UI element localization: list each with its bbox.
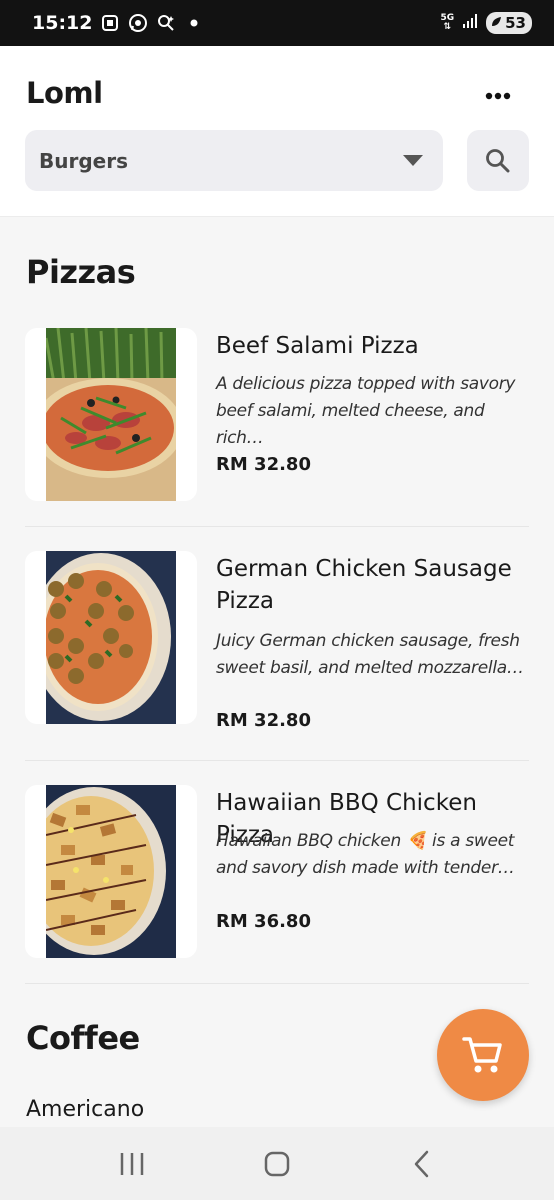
item-name[interactable]: Americano bbox=[26, 1097, 144, 1122]
category-select[interactable]: Burgers bbox=[25, 130, 443, 191]
search-icon bbox=[486, 148, 510, 172]
status-bar: 15:12 5G ⇅ 53 bbox=[0, 0, 554, 46]
home-button[interactable] bbox=[247, 1139, 307, 1189]
whatsapp-icon bbox=[128, 13, 148, 33]
battery-level: 53 bbox=[505, 14, 526, 32]
beef-salami-pizza-photo bbox=[46, 328, 176, 501]
menu-item[interactable]: Hawaiian BBQ Chicken Pizza Hawaiian BBQ … bbox=[25, 785, 529, 975]
divider bbox=[25, 983, 529, 984]
german-chicken-sausage-pizza-photo bbox=[46, 551, 176, 724]
battery-leaf-icon bbox=[490, 14, 502, 32]
status-left: 15:12 bbox=[32, 12, 204, 34]
shopping-cart-icon bbox=[462, 1037, 502, 1073]
app-header: Loml Burgers bbox=[0, 46, 554, 217]
menu-item[interactable]: Beef Salami Pizza A delicious pizza topp… bbox=[25, 328, 529, 518]
item-image bbox=[25, 551, 197, 724]
more-options-button[interactable] bbox=[480, 84, 516, 108]
search-button[interactable] bbox=[467, 130, 529, 191]
status-time: 15:12 bbox=[32, 12, 93, 34]
menu-content[interactable]: Pizzas Beef Salami Pizza A delicious piz… bbox=[0, 217, 554, 1127]
item-name: Beef Salami Pizza bbox=[216, 333, 419, 359]
dot-icon bbox=[184, 13, 204, 33]
recent-apps-button[interactable] bbox=[102, 1139, 162, 1189]
divider bbox=[25, 526, 529, 527]
category-select-value: Burgers bbox=[39, 148, 128, 173]
brand-name: Loml bbox=[26, 76, 103, 110]
section-title-pizzas: Pizzas bbox=[26, 253, 136, 291]
item-price: RM 32.80 bbox=[216, 710, 311, 731]
more-dots-icon bbox=[485, 92, 511, 100]
system-nav-bar bbox=[0, 1127, 554, 1200]
status-right: 5G ⇅ 53 bbox=[440, 12, 532, 34]
item-description: A delicious pizza topped with savory bee… bbox=[216, 374, 516, 448]
back-icon bbox=[414, 1150, 428, 1177]
item-description: Juicy German chicken sausage, fresh swee… bbox=[216, 631, 524, 678]
screenshot-icon bbox=[100, 13, 120, 33]
caret-down-icon bbox=[403, 154, 423, 166]
item-price: RM 36.80 bbox=[216, 911, 311, 932]
cart-button[interactable] bbox=[437, 1009, 529, 1101]
recent-apps-icon bbox=[121, 1152, 144, 1175]
item-image bbox=[25, 328, 197, 501]
signal-icon bbox=[462, 13, 478, 33]
assistant-icon bbox=[156, 13, 176, 33]
item-name: German Chicken Sausage Pizza bbox=[216, 556, 512, 614]
back-button[interactable] bbox=[392, 1139, 452, 1189]
home-icon bbox=[264, 1151, 290, 1176]
hawaiian-bbq-chicken-pizza-photo bbox=[46, 785, 176, 958]
battery-indicator: 53 bbox=[486, 12, 532, 34]
menu-item[interactable]: German Chicken Sausage Pizza Juicy Germa… bbox=[25, 551, 529, 751]
item-description: Hawaiian BBQ chicken 🍕 is a sweet and sa… bbox=[216, 831, 515, 878]
network-5g-icon: 5G ⇅ bbox=[440, 13, 455, 32]
item-image bbox=[25, 785, 197, 958]
section-title-coffee: Coffee bbox=[26, 1019, 140, 1057]
item-price: RM 32.80 bbox=[216, 454, 311, 475]
divider bbox=[25, 760, 529, 761]
